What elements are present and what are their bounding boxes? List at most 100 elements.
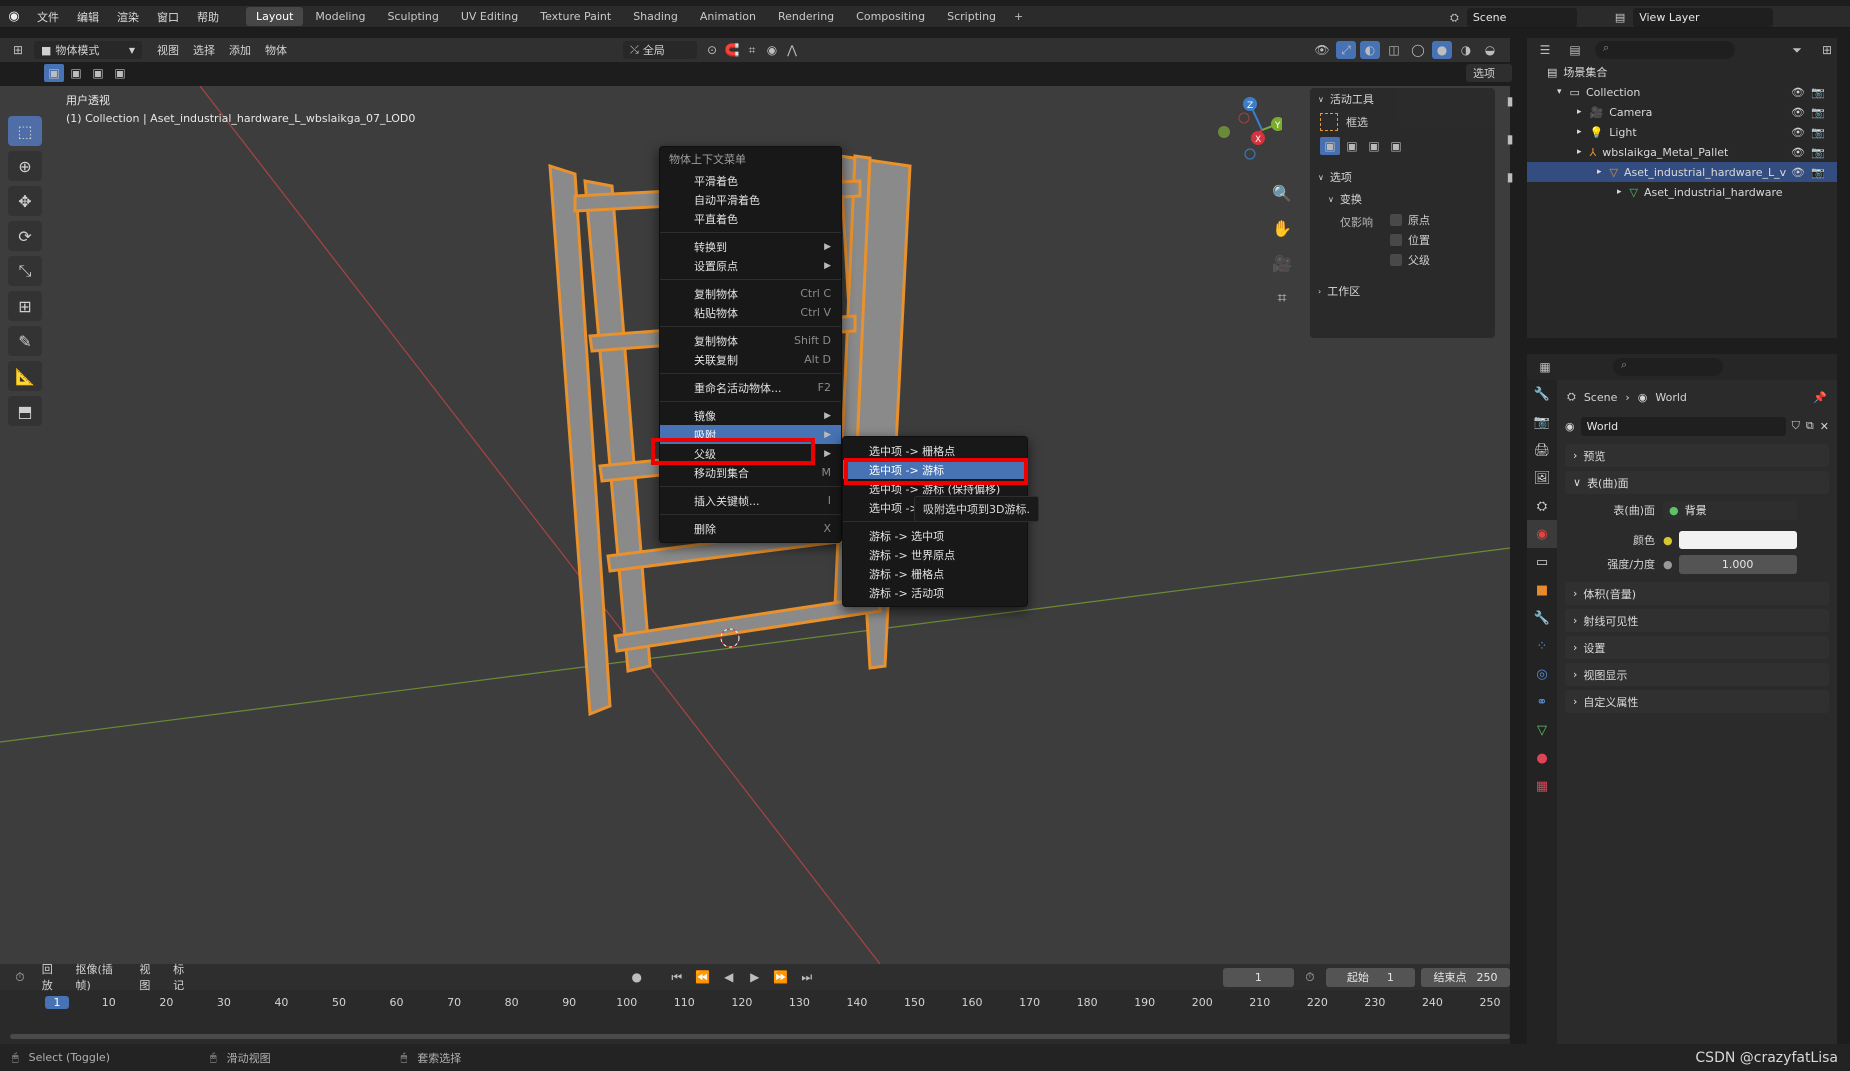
section-custom-props[interactable]: › 自定义属性 [1565,690,1829,713]
workspace-header[interactable]: › 工作区 [1310,280,1495,302]
section-preview[interactable]: › 预览 [1565,444,1829,467]
workspace-tab[interactable]: Texture Paint [530,7,621,26]
visibility-icon[interactable]: 👁 [1312,41,1332,59]
outliner-root[interactable]: ▤ 场景集合 [1527,62,1837,82]
overlay-icon[interactable]: ◐ [1360,41,1380,59]
np-select-subtract-icon[interactable]: ▣ [1364,137,1384,155]
affect-only-checkbox[interactable]: 位置 [1390,230,1430,250]
snap-target-icon[interactable]: ⌗ [742,41,762,59]
viewport-menu-item[interactable]: 选择 [193,42,215,58]
expand-icon[interactable]: ▸ [1597,167,1602,177]
options-header[interactable]: ∨ 选项 [1310,166,1495,188]
workspace-tab[interactable]: UV Editing [451,7,528,26]
current-frame-field[interactable]: 1 [1222,967,1295,987]
xray-icon[interactable]: ◫ [1384,41,1404,59]
outliner-row[interactable]: ▸ ▽ Aset_industrial_hardware_L_v 👁 📷 [1527,162,1837,182]
expand-icon[interactable]: ▸ [1577,127,1582,137]
pin-icon[interactable]: 📌 [1813,391,1827,404]
main-menu-item[interactable]: 渲染 [108,9,148,25]
fake-user-icon[interactable]: ⛉ [1792,419,1800,433]
context-menu-item[interactable]: 重命名活动物体... F2 [660,378,841,397]
np-select-extend-icon[interactable]: ▣ [1342,137,1362,155]
new-collection-icon[interactable]: ⊞ [1817,41,1837,59]
workspace-tab[interactable]: Modeling [305,7,375,26]
properties-editor-icon[interactable]: ▦ [1535,358,1555,376]
context-menu-item[interactable]: 移动到集合 M [660,463,841,482]
outliner-editor-icon[interactable]: ☰ [1535,41,1555,59]
workspace-tab[interactable]: Compositing [846,7,935,26]
world-icon[interactable]: ◉ [1565,420,1575,433]
context-menu-item[interactable]: 复制物体 Ctrl C [660,284,841,303]
unlink-icon[interactable]: ✕ [1820,420,1829,433]
jump-start-icon[interactable]: ⏮ [667,968,687,986]
eye-icon[interactable]: 👁 [1791,146,1805,159]
timeline-menu-item[interactable]: 标记 [173,961,195,993]
item-tab-icon[interactable]: ▮ [1500,168,1520,186]
transform-tool-icon[interactable]: ⊞ [8,291,42,321]
data-props-icon[interactable]: ▽ [1527,716,1557,744]
workspace-tab[interactable]: Sculpting [377,7,448,26]
world-name-field[interactable]: World [1580,416,1786,436]
strength-field[interactable]: 1.000 [1678,554,1797,574]
outliner-row[interactable]: ▸ ▽ Aset_industrial_hardware [1527,182,1837,202]
expand-icon[interactable]: ▾ [1557,87,1562,97]
physics-props-icon[interactable]: ◎ [1527,660,1557,688]
outliner-row[interactable]: ▸ 🎥 Camera 👁 📷 [1527,102,1837,122]
select-box-tool-icon[interactable]: ⬚ [8,116,42,146]
section-volume[interactable]: › 体积(音量) [1565,582,1829,605]
outliner-row[interactable]: ▸ 💡 Light 👁 📷 [1527,122,1837,142]
timeline-menu-item[interactable]: 回放 [42,961,64,993]
scene-props-icon[interactable]: ⛭ [1527,492,1557,520]
tool-props-icon[interactable]: 🔧 [1527,380,1557,408]
measure-tool-icon[interactable]: 📐 [8,361,42,391]
context-menu-item[interactable]: 关联复制 Alt D [660,350,841,369]
cursor-tool-icon[interactable]: ⊕ [8,151,42,181]
start-frame-field[interactable]: 起始 1 [1325,967,1415,987]
snap-icon[interactable]: 🧲 [722,41,742,59]
solid-shading-icon[interactable]: ● [1432,41,1452,59]
main-menu-item[interactable]: 帮助 [188,9,228,25]
eye-icon[interactable]: 👁 [1791,86,1805,99]
color-swatch[interactable] [1678,531,1797,549]
snap-menu-item[interactable]: 游标 -> 世界原点 [843,545,1027,564]
next-keyframe-icon[interactable]: ⏩ [771,968,791,986]
timeline-menu-item[interactable]: 视图 [139,961,161,993]
snap-menu-item[interactable]: 游标 -> 活动项 [843,583,1027,602]
context-menu-item[interactable]: 转换到 ▶ [660,237,841,256]
properties-search[interactable]: ⌕ [1613,358,1723,376]
expand-icon[interactable]: ▸ [1617,187,1622,197]
move-tool-icon[interactable]: ✥ [8,186,42,216]
select-invert-icon[interactable]: ▣ [110,64,130,82]
context-menu-item[interactable]: 设置原点 ▶ [660,256,841,275]
section-surface[interactable]: ∨ 表(曲)面 [1565,471,1829,494]
context-menu-item[interactable]: 镜像 ▶ [660,406,841,425]
surface-shader-field[interactable]: ● 背景 [1663,500,1797,520]
play-reverse-icon[interactable]: ◀ [719,968,739,986]
viewport-menu-item[interactable]: 视图 [157,42,179,58]
transform-header[interactable]: ∨ 变换 [1310,188,1495,210]
render-camera-icon[interactable]: 📷 [1811,86,1825,99]
context-menu-item[interactable]: 自动平滑着色 [660,190,841,209]
select-subtract-icon[interactable]: ▣ [88,64,108,82]
timeline-scrollbar[interactable] [10,1034,1510,1039]
workspace-tab[interactable]: Shading [623,7,688,26]
expand-icon[interactable]: ▸ [1577,147,1582,157]
pivot-icon[interactable]: ⊙ [702,41,722,59]
navigation-gizmo[interactable]: Z Y X [1212,92,1282,162]
section-viewport-display[interactable]: › 视图显示 [1565,663,1829,686]
rendered-shading-icon[interactable]: ◒ [1480,41,1500,59]
outliner-row[interactable]: ▸ ⅄ wbslaikga_Metal_Pallet 👁 📷 [1527,142,1837,162]
view-tab-icon[interactable]: ▮ [1500,130,1520,148]
view-layer-props-icon[interactable]: 🖼 [1527,464,1557,492]
timeline-ruler[interactable]: 1 10 20 30 40 50 60 70 80 90 100 110 120 130 140 150 160… [0,996,1510,1014]
proportional-edit-icon[interactable]: ◉ [762,41,782,59]
workspace-tab[interactable]: Rendering [768,7,844,26]
render-camera-icon[interactable]: 📷 [1811,146,1825,159]
editor-type-icon[interactable]: ⊞ [8,41,28,59]
select-extend-icon[interactable]: ▣ [66,64,86,82]
collection-props-icon[interactable]: ▭ [1527,548,1557,576]
jump-end-icon[interactable]: ⏭ [797,968,817,986]
render-props-icon[interactable]: 📷 [1527,408,1557,436]
view-layer-selector[interactable]: View Layer [1633,8,1774,27]
workspace-tab[interactable]: Layout [246,7,304,26]
